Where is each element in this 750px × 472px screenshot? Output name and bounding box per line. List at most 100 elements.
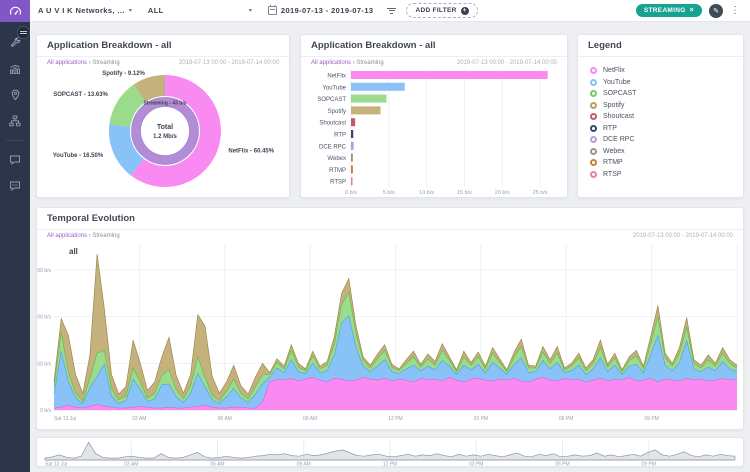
legend-swatch-icon [590, 136, 597, 143]
date-range-picker[interactable]: 2019-07-13 - 2019-07-13 [260, 0, 382, 21]
panel-overview-minimap[interactable]: Sat 13 Jul03 AM06 AM09 AM12 PM03 PM06 PM… [36, 437, 744, 467]
breadcrumb-current: Streaming [92, 233, 119, 239]
bar-youtube[interactable] [351, 83, 405, 91]
legend-swatch-icon [590, 102, 597, 109]
donut-label-spotify: Spotify - 9.12% [102, 71, 145, 77]
panel-title: Application Breakdown - all [301, 35, 567, 57]
temporal-ytick: 50 b/s [37, 361, 51, 367]
bar-category-netflix: NetFlix [327, 74, 346, 80]
bar-rtsp[interactable] [351, 177, 353, 185]
bar-xtick: 0 b/s [345, 190, 357, 196]
temporal-xtick: 06 PM [559, 416, 573, 422]
network-selector[interactable]: A U V I K Networks, ... ▾ [30, 0, 140, 21]
panel-title: Legend [578, 35, 743, 57]
panel-title: Application Breakdown - all [37, 35, 289, 57]
legend-item-rtp[interactable]: RTP [590, 123, 731, 135]
breadcrumb-link-all-applications[interactable]: All applications [311, 60, 351, 66]
funnel-filter-icon[interactable] [381, 8, 402, 14]
legend-label: RTP [603, 125, 617, 132]
donut-chart: Streaming - 43 b/sTotal1.2 Mb/sNetFlix -… [37, 67, 289, 197]
sidebar-divider [6, 140, 24, 141]
panel-timestamp: 2019-07-13 00:00 - 2019-07-14 00:00 [457, 60, 557, 66]
analytics-chart-icon [9, 63, 21, 75]
add-filter-button[interactable]: ADD FILTER + [406, 3, 477, 18]
dashboard-page: A U V I K Networks, ... ▾ ALL ▾ 2019-07-… [0, 0, 750, 472]
scope-selector-label: ALL [148, 6, 164, 15]
legend-swatch-icon [590, 79, 597, 86]
bar-dce-rpc[interactable] [351, 142, 354, 150]
legend-label: RTSP [603, 171, 622, 178]
legend-item-spotify[interactable]: Spotify [590, 100, 731, 112]
sidebar-item-locations[interactable] [0, 82, 30, 108]
sidebar-collapse-toggle[interactable] [17, 26, 30, 39]
bar-category-webex: Webex [327, 156, 346, 162]
filter-chip-label: STREAMING [644, 7, 686, 14]
legend-item-youtube[interactable]: YouTube [590, 77, 731, 89]
filter-chip-streaming[interactable]: STREAMING × [636, 4, 702, 17]
legend-label: NetFlix [603, 67, 625, 74]
panel-legend: Legend NetFlix YouTubeSOPCAST SpotifyShout… [577, 34, 744, 198]
legend-item-rtsp[interactable]: RTSP [590, 169, 731, 181]
bar-spotify[interactable] [351, 106, 380, 114]
breadcrumb-link-all-applications[interactable]: All applications [47, 233, 87, 239]
bar-category-spotify: Spotify [328, 109, 346, 115]
sidebar-item-analytics[interactable] [0, 56, 30, 82]
chip-remove-icon[interactable]: × [690, 7, 694, 14]
donut-ring-label: Streaming - 43 b/s [143, 101, 186, 107]
sidebar-item-topology[interactable] [0, 108, 30, 134]
panel-temporal-evolution: Temporal Evolution All applications › St… [36, 207, 744, 430]
temporal-xtick: 03 PM [474, 416, 488, 422]
topbar: A U V I K Networks, ... ▾ ALL ▾ 2019-07-… [30, 0, 750, 22]
donut-center-value: 1.2 Mb/s [153, 134, 177, 140]
pencil-edit-icon: ✎ [713, 7, 719, 15]
kebab-menu-button[interactable]: ⋮ [730, 6, 740, 16]
bar-rtp[interactable] [351, 130, 353, 138]
scope-selector[interactable]: ALL ▾ [140, 6, 260, 15]
legend-item-rtmp[interactable]: RTMP [590, 157, 731, 169]
bar-rtmp[interactable] [351, 165, 353, 173]
breadcrumb-current: Streaming [356, 60, 383, 66]
chevron-down-icon: ▾ [129, 7, 132, 14]
legend-label: DCE RPC [603, 136, 635, 143]
legend-item-webex[interactable]: Webex [590, 146, 731, 158]
breadcrumb: All applications › Streaming [47, 233, 120, 239]
add-filter-label: ADD FILTER [415, 7, 456, 14]
panel-timestamp: 2019-07-13 00:00 - 2019-07-14 00:00 [633, 233, 733, 239]
bar-chart: NetFlixYouTubeSOPCASTSpotifyShoutcastRTP… [301, 67, 567, 197]
legend-label: SOPCAST [603, 90, 636, 97]
legend-item-sopcast[interactable]: SOPCAST [590, 88, 731, 100]
bar-category-shoutcast: Shoutcast [319, 121, 346, 127]
legend-item-netflix[interactable]: NetFlix [590, 65, 731, 77]
sidebar-item-chat[interactable] [0, 147, 30, 173]
bar-webex[interactable] [351, 154, 353, 162]
legend-label: Webex [603, 148, 625, 155]
panel-title: Temporal Evolution [37, 208, 743, 230]
bar-xtick: 15 b/s [457, 190, 472, 196]
breadcrumb: All applications › Streaming [47, 60, 120, 66]
temporal-xtick: 09 PM [644, 416, 658, 422]
bar-shoutcast[interactable] [351, 118, 355, 126]
bar-netflix[interactable] [351, 71, 548, 79]
legend-swatch-icon [590, 125, 597, 132]
bar-sopcast[interactable] [351, 95, 387, 103]
sidebar-item-dashboard[interactable] [0, 0, 30, 22]
edit-dashboard-button[interactable]: ✎ [709, 4, 723, 18]
overview-xtick: 09 PM [642, 462, 656, 467]
breadcrumb-link-all-applications[interactable]: All applications [47, 60, 87, 66]
temporal-ytick: 150 b/s [37, 268, 51, 274]
overview-xtick: 03 AM [124, 462, 138, 467]
bar-category-dce-rpc: DCE RPC [319, 144, 347, 150]
bar-category-rtsp: RTSP [330, 180, 346, 186]
sidebar-item-feedback[interactable] [0, 173, 30, 199]
date-range-label: 2019-07-13 - 2019-07-13 [281, 6, 374, 15]
legend-swatch-icon [590, 113, 597, 120]
overview-xtick: 09 AM [297, 462, 311, 467]
legend-item-dce-rpc[interactable]: DCE RPC [590, 134, 731, 146]
bar-xtick: 10 b/s [419, 190, 434, 196]
network-selector-label: A U V I K Networks, ... [38, 6, 125, 15]
plus-icon: + [461, 7, 469, 15]
legend-item-shoutcast[interactable]: Shoutcast [590, 111, 731, 123]
donut-label-sopcast: SOPCAST - 13.63% [53, 92, 108, 98]
overview-minimap-chart[interactable]: Sat 13 Jul03 AM06 AM09 AM12 PM03 PM06 PM… [37, 438, 743, 466]
breadcrumb-current: Streaming [92, 60, 119, 66]
